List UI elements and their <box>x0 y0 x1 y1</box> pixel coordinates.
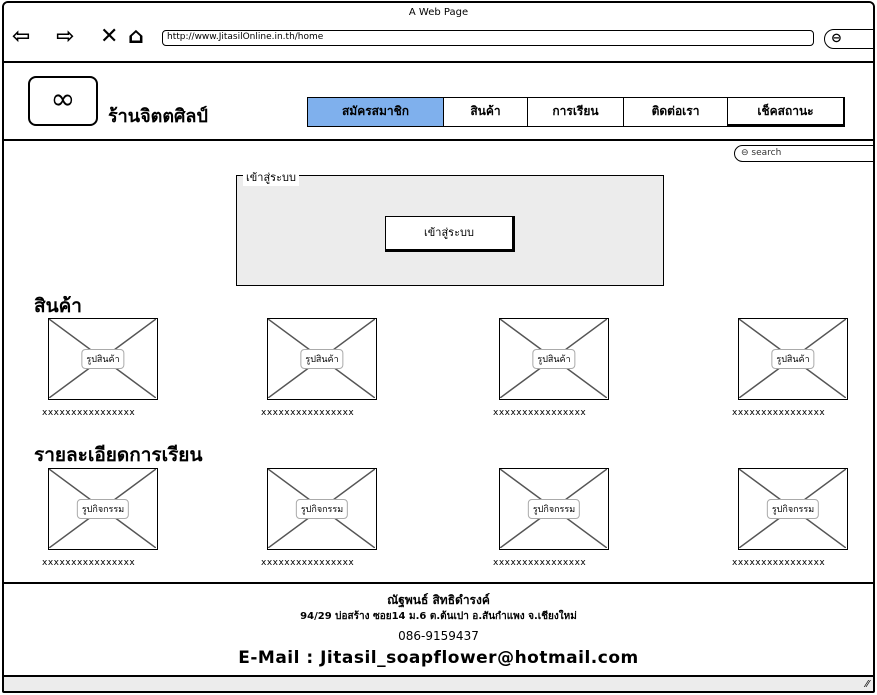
class-caption: xxxxxxxxxxxxxxxx <box>42 558 136 568</box>
class-caption: xxxxxxxxxxxxxxxx <box>493 558 587 568</box>
activity-image[interactable]: รูปกิจกรรม <box>499 468 609 550</box>
url-bar[interactable]: http://www.JitasilOnline.in.th/home <box>162 30 814 46</box>
product-caption: xxxxxxxxxxxxxxxx <box>42 408 136 418</box>
class-card[interactable]: รูปกิจกรรม xxxxxxxxxxxxxxxx <box>42 468 158 568</box>
footer-phone: 086-9159437 <box>398 629 479 643</box>
search-icon: ⊖ <box>831 31 842 46</box>
product-image[interactable]: รูปสินค้า <box>267 318 377 400</box>
status-bar: ⁄⁄ <box>4 675 873 691</box>
product-image[interactable]: รูปสินค้า <box>738 318 848 400</box>
image-label: รูปกิจกรรม <box>766 499 820 519</box>
product-image[interactable]: รูปสินค้า <box>499 318 609 400</box>
search-input[interactable]: ⊖ search <box>734 145 873 162</box>
class-card[interactable]: รูปกิจกรรม xxxxxxxxxxxxxxxx <box>732 468 848 568</box>
infinity-logo-icon[interactable]: ∞ <box>28 76 98 126</box>
browser-search-field[interactable]: ⊖ <box>824 29 873 49</box>
footer-divider <box>4 582 873 584</box>
image-label: รูปสินค้า <box>532 349 576 369</box>
product-card[interactable]: รูปสินค้า xxxxxxxxxxxxxxxx <box>261 318 377 418</box>
tab-register[interactable]: สมัครสมาชิก <box>307 97 443 127</box>
activity-image[interactable]: รูปกิจกรรม <box>738 468 848 550</box>
image-label: รูปสินค้า <box>300 349 344 369</box>
home-icon[interactable]: ⌂ <box>128 25 144 49</box>
product-image[interactable]: รูปสินค้า <box>48 318 158 400</box>
browser-toolbar: A Web Page ⇦ ⇨ ✕ ⌂ http://www.JitasilOnl… <box>4 3 873 63</box>
login-button[interactable]: เข้าสู่ระบบ <box>385 216 515 252</box>
product-caption: xxxxxxxxxxxxxxxx <box>493 408 587 418</box>
login-panel: เข้าสู่ระบบ เข้าสู่ระบบ <box>236 168 664 286</box>
activity-image[interactable]: รูปกิจกรรม <box>48 468 158 550</box>
class-caption: xxxxxxxxxxxxxxxx <box>261 558 355 568</box>
footer-email[interactable]: E-Mail : Jitasil_soapflower@hotmail.com <box>4 648 873 668</box>
tab-check-status[interactable]: เช็คสถานะ <box>727 97 845 127</box>
main-nav: สมัครสมาชิก สินค้า การเรียน ติดต่อเรา เช… <box>307 97 845 127</box>
image-label: รูปสินค้า <box>81 349 125 369</box>
tab-contact[interactable]: ติดต่อเรา <box>623 97 727 127</box>
class-caption: xxxxxxxxxxxxxxxx <box>732 558 826 568</box>
footer-address: 94/29 บ่อสร้าง ซอย14 ม.6 ต.ต้นเปา อ.สันก… <box>300 611 577 622</box>
image-label: รูปกิจกรรม <box>527 499 581 519</box>
product-caption: xxxxxxxxxxxxxxxx <box>261 408 355 418</box>
login-legend: เข้าสู่ระบบ <box>243 168 299 186</box>
tab-classes[interactable]: การเรียน <box>527 97 623 127</box>
products-title: สินค้า <box>34 295 82 317</box>
product-card[interactable]: รูปสินค้า xxxxxxxxxxxxxxxx <box>42 318 158 418</box>
footer-owner-name: ณัฐพนธ์ สิทธิดำรงค์ <box>387 593 490 607</box>
product-caption: xxxxxxxxxxxxxxxx <box>732 408 826 418</box>
window-title: A Web Page <box>408 7 469 18</box>
product-card[interactable]: รูปสินค้า xxxxxxxxxxxxxxxx <box>732 318 848 418</box>
class-card[interactable]: รูปกิจกรรม xxxxxxxxxxxxxxxx <box>261 468 377 568</box>
search-icon: ⊖ <box>741 148 752 158</box>
browser-window: A Web Page ⇦ ⇨ ✕ ⌂ http://www.JitasilOnl… <box>2 1 875 693</box>
shop-name: ร้านจิตตศิลป์ <box>108 106 208 127</box>
image-label: รูปสินค้า <box>771 349 815 369</box>
activity-image[interactable]: รูปกิจกรรม <box>267 468 377 550</box>
image-label: รูปกิจกรรม <box>295 499 349 519</box>
close-icon[interactable]: ✕ <box>100 25 118 49</box>
tab-products[interactable]: สินค้า <box>443 97 527 127</box>
image-label: รูปกิจกรรม <box>76 499 130 519</box>
class-card[interactable]: รูปกิจกรรม xxxxxxxxxxxxxxxx <box>493 468 609 568</box>
forward-arrow-icon[interactable]: ⇨ <box>56 25 74 49</box>
classes-title: รายละเอียดการเรียน <box>34 444 203 466</box>
search-placeholder: search <box>751 148 782 158</box>
header-divider <box>4 139 873 141</box>
product-card[interactable]: รูปสินค้า xxxxxxxxxxxxxxxx <box>493 318 609 418</box>
back-arrow-icon[interactable]: ⇦ <box>12 25 30 49</box>
resize-grip-icon[interactable]: ⁄⁄ <box>866 679 869 690</box>
